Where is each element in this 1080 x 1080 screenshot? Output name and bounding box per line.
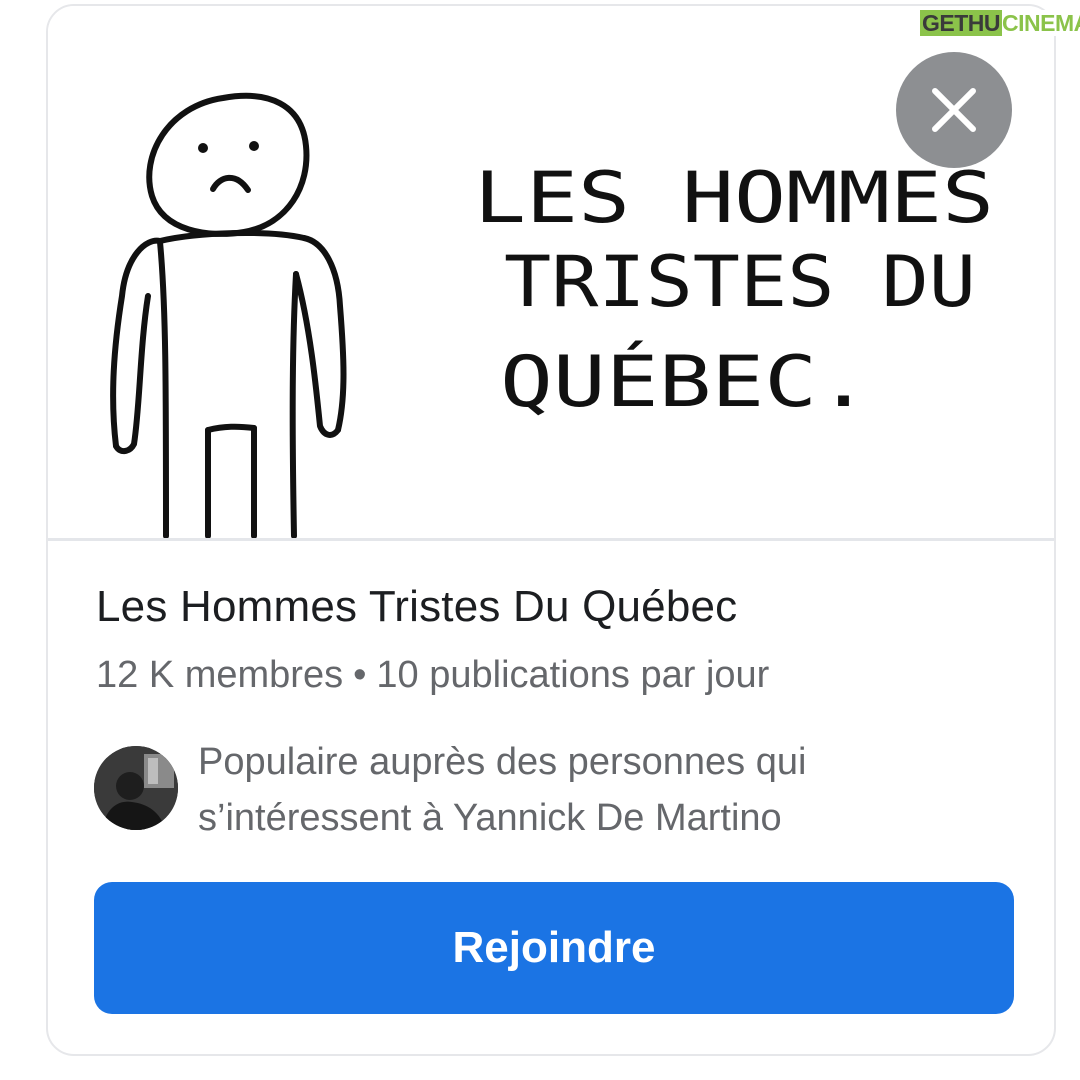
group-cover-image: LES HOMMES TRISTES DU QUÉBEC. (48, 6, 1054, 541)
suggestion-reason-line-2: s’intéressent à Yannick De Martino (198, 797, 782, 839)
screenshot: LES HOMMES TRISTES DU QUÉBEC. Les Hommes… (0, 0, 1080, 1080)
group-suggestion-card[interactable]: LES HOMMES TRISTES DU QUÉBEC. Les Hommes… (46, 4, 1056, 1056)
suggestion-reason: Populaire auprès des personnes qui s’int… (198, 734, 1028, 846)
avatar-photo (94, 746, 178, 830)
group-meta: 12 K membres • 10 publications par jour (96, 654, 769, 697)
close-button[interactable] (896, 52, 1012, 168)
join-button[interactable]: Rejoindre (94, 882, 1014, 1014)
cover-text-line-3: QUÉBEC. (500, 341, 870, 423)
suggestion-reason-line-1: Populaire auprès des personnes qui (198, 741, 807, 783)
watermark-part-2: CINEMA (1002, 10, 1080, 36)
watermark-logo: GETHUCINEMA (916, 4, 1080, 42)
watermark-part-1: GETHU (920, 10, 1002, 36)
group-name[interactable]: Les Hommes Tristes Du Québec (96, 582, 737, 632)
close-icon (932, 88, 976, 132)
avatar (94, 746, 178, 830)
meta-separator: • (353, 654, 367, 696)
cover-text-line-2: TRISTES DU (504, 241, 976, 323)
member-count: 12 K membres (96, 654, 344, 696)
post-frequency: 10 publications par jour (376, 654, 770, 696)
cover-text-line-1: LES HOMMES (474, 157, 994, 239)
